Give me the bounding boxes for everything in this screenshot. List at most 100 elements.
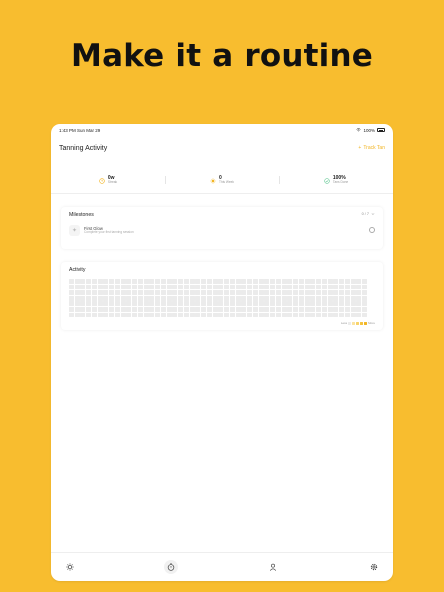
activity-cell <box>350 279 356 284</box>
legend-square <box>352 321 356 325</box>
activity-cell <box>103 306 109 312</box>
activity-cell <box>143 306 149 312</box>
activity-cell <box>97 290 103 295</box>
activity-cell <box>143 279 149 284</box>
activity-title: Activity <box>69 267 86 273</box>
activity-cell <box>264 301 270 307</box>
activity-cell <box>362 290 367 295</box>
activity-cell <box>120 306 126 312</box>
activity-cell <box>293 301 299 307</box>
activity-cell <box>103 284 109 290</box>
track-tan-button[interactable]: + Track Tan <box>358 145 385 151</box>
activity-cell <box>241 279 247 284</box>
battery-percent: 100% <box>363 127 375 133</box>
activity-cell <box>80 306 86 312</box>
tab-sun[interactable] <box>63 560 77 574</box>
activity-cell <box>298 301 304 307</box>
activity-cell <box>339 306 345 312</box>
activity-cell <box>293 284 299 290</box>
activity-cell <box>137 301 143 307</box>
activity-cell <box>344 301 350 307</box>
activity-cell <box>74 306 80 312</box>
activity-cell <box>298 295 304 301</box>
person-icon <box>269 563 276 571</box>
activity-cell <box>258 290 264 295</box>
activity-cell <box>321 279 327 284</box>
tab-profile[interactable] <box>266 560 280 574</box>
milestone-item[interactable]: ✦ First Glow Complete your first tanning… <box>69 223 375 237</box>
activity-cell <box>270 284 276 290</box>
status-date: Sun Mar 29 <box>77 127 101 133</box>
activity-cell <box>258 295 264 301</box>
activity-cell <box>229 284 235 290</box>
activity-cell <box>137 306 143 312</box>
activity-cell <box>362 279 367 284</box>
activity-heatmap <box>69 279 367 318</box>
sparkle-icon: ✦ <box>69 224 80 236</box>
activity-cell <box>281 290 287 295</box>
milestones-filter[interactable]: 0 / 7 <box>362 212 375 216</box>
status-time: 1:43 PM <box>59 127 76 133</box>
stat-tans-done: 100% Tans Done <box>279 168 393 193</box>
activity-cell <box>80 301 86 307</box>
sun-icon <box>210 177 216 184</box>
activity-cell <box>310 279 316 284</box>
activity-cell <box>143 301 149 307</box>
activity-cell <box>166 301 172 307</box>
activity-cell <box>333 284 339 290</box>
activity-cell <box>218 279 224 284</box>
activity-cell <box>91 295 97 301</box>
milestones-title: Milestones <box>69 212 94 218</box>
activity-cell <box>258 312 264 318</box>
activity-cell <box>155 290 161 295</box>
activity-cell <box>86 306 92 312</box>
milestone-radio[interactable] <box>369 227 375 233</box>
activity-cell <box>321 295 327 301</box>
activity-cell <box>160 284 166 290</box>
activity-cell <box>218 312 224 318</box>
status-bar: 1:43 PM Sun Mar 29 100% <box>51 124 393 136</box>
activity-cell <box>350 312 356 318</box>
activity-cell <box>166 306 172 312</box>
activity-cell <box>327 290 333 295</box>
activity-cell <box>149 295 155 301</box>
stat-label: Tans Done <box>332 180 349 185</box>
activity-cell <box>166 312 172 318</box>
activity-cell <box>160 312 166 318</box>
activity-cell <box>172 290 178 295</box>
activity-cell <box>114 312 120 318</box>
activity-cell <box>201 295 207 301</box>
activity-cell <box>183 290 189 295</box>
activity-cell <box>155 295 161 301</box>
activity-cell <box>69 290 74 295</box>
activity-cell <box>212 290 218 295</box>
activity-cell <box>97 312 103 318</box>
activity-cell <box>339 284 345 290</box>
activity-cell <box>143 295 149 301</box>
activity-cell <box>321 306 327 312</box>
activity-cell <box>224 290 230 295</box>
sun-icon <box>66 563 74 571</box>
activity-cell <box>362 306 367 312</box>
activity-cell <box>293 312 299 318</box>
activity-cell <box>172 306 178 312</box>
activity-cell <box>229 279 235 284</box>
tab-settings[interactable] <box>367 560 381 574</box>
activity-cell <box>247 284 253 290</box>
activity-cell <box>241 306 247 312</box>
tab-timer[interactable] <box>164 560 179 574</box>
activity-cell <box>126 290 132 295</box>
activity-cell <box>264 279 270 284</box>
activity-cell <box>327 279 333 284</box>
activity-cell <box>195 290 201 295</box>
activity-cell <box>258 306 264 312</box>
activity-cell <box>74 290 80 295</box>
legend-less: Less <box>340 321 348 325</box>
activity-cell <box>304 290 310 295</box>
activity-cell <box>132 290 138 295</box>
activity-cell <box>172 284 178 290</box>
activity-cell <box>224 312 230 318</box>
activity-cell <box>160 301 166 307</box>
activity-cell <box>166 295 172 301</box>
activity-cell <box>287 284 293 290</box>
